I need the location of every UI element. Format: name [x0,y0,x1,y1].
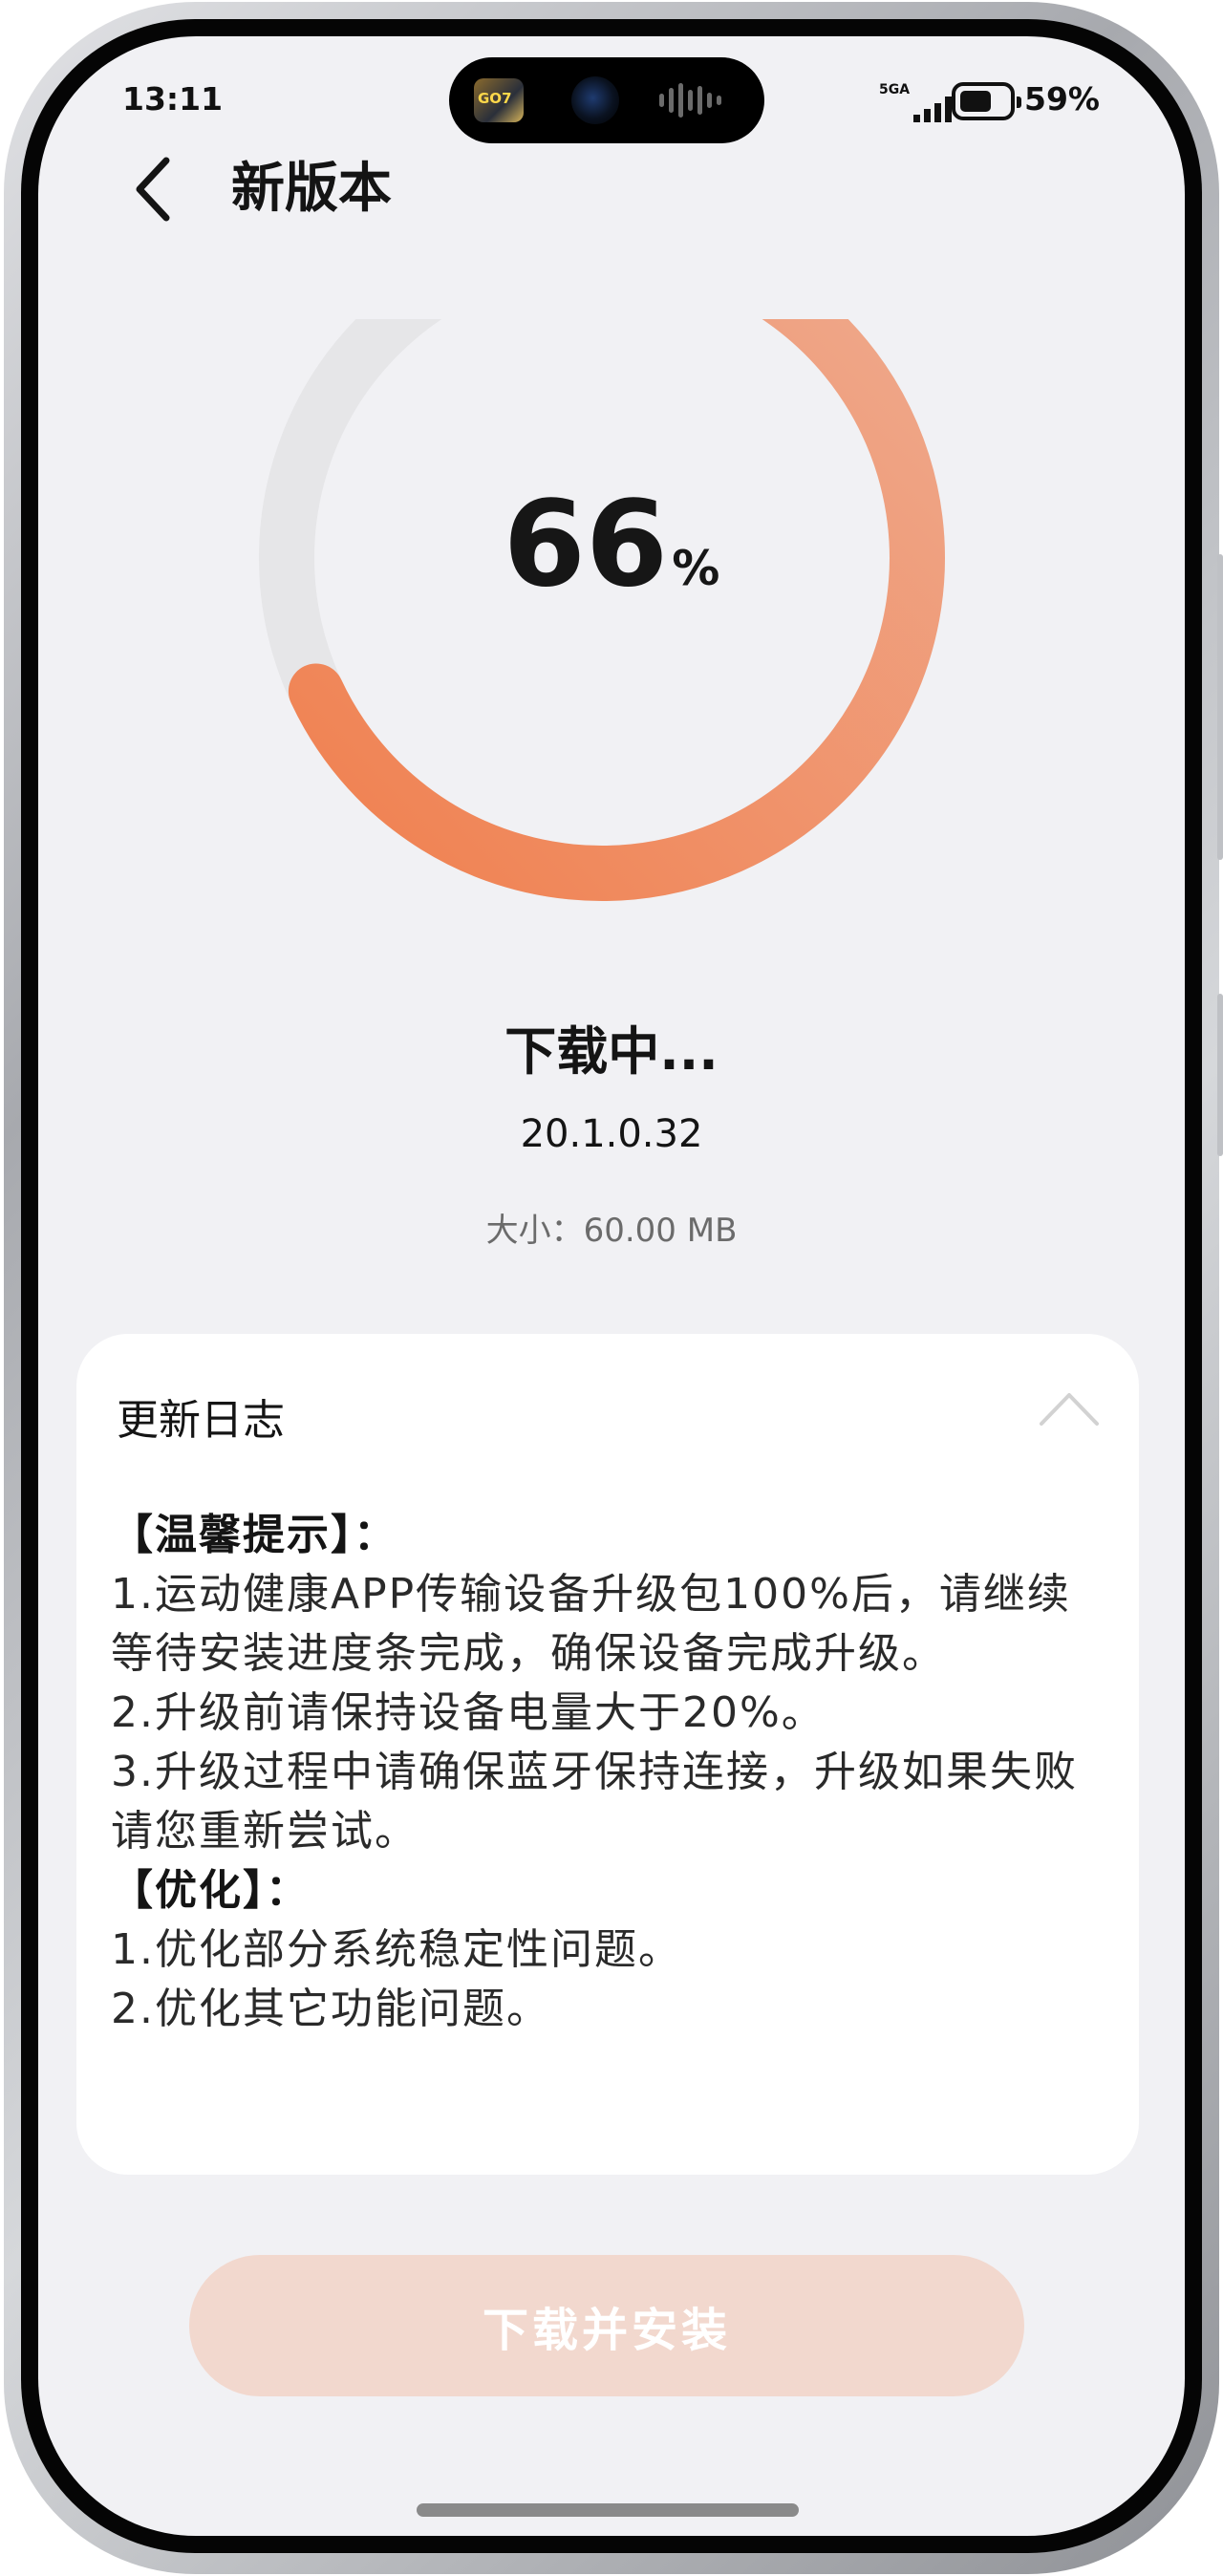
home-indicator[interactable] [417,2503,799,2517]
chevron-up-icon[interactable] [1038,1389,1101,1428]
side-button-lower [1217,994,1223,1156]
package-size: 大小：60.00 MB [485,1212,738,1250]
changelog-content: 【温馨提示】： 1.运动健康APP传输设备升级包100%后，请继续等待安装进度条… [111,1506,1105,2039]
progress-percent-sign: % [672,541,720,596]
progress-percent-value: 66 [503,476,669,613]
changelog-item: 1.优化部分系统稳定性问题。 [111,1925,682,1974]
download-install-button[interactable]: 下载并安装 [189,2255,1024,2396]
changelog-item: 2.优化其它功能问题。 [111,1985,550,2033]
changelog-section-optimize: 【优化】： [111,1866,310,1915]
changelog-item: 2.升级前请保持设备电量大于20%。 [111,1688,826,1737]
changelog-title: 更新日志 [117,1396,285,1445]
version-number: 20.1.0.32 [520,1112,703,1156]
progress-percent: 66% [38,476,1185,613]
changelog-item: 3.升级过程中请确保蓝牙保持连接，升级如果失败请您重新尝试。 [111,1748,1078,1856]
download-status: 下载中... [504,1021,719,1082]
changelog-section-tips: 【温馨提示】： [111,1511,397,1559]
phone-screen: 13:11 GO7 5GA 59% 新版本 66% 下载中... 20.1.0.… [38,36,1185,2536]
side-button-upper [1217,554,1223,860]
changelog-item: 1.运动健康APP传输设备升级包100%后，请继续等待安装进度条完成，确保设备完… [111,1570,1071,1678]
changelog-card: 更新日志 【温馨提示】： 1.运动健康APP传输设备升级包100%后，请继续等待… [76,1334,1139,2175]
